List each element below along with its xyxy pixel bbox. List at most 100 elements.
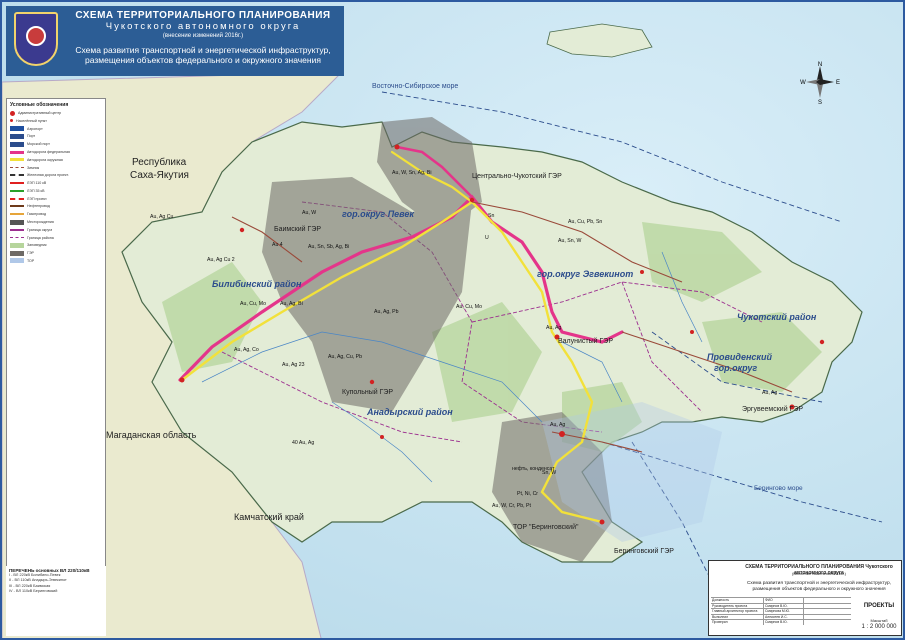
legend-item: Автодорога окружная — [10, 157, 102, 163]
legend-label: Газопровод — [27, 212, 47, 217]
stamp-role: Главный архитектор проекта — [712, 609, 758, 613]
legend-symbol-icon — [10, 258, 24, 264]
legend-symbol-icon — [10, 167, 24, 169]
legend-label: Административный центр — [18, 111, 62, 116]
stamp-grid: Должность ФИО Руководитель проекта Смирнов … — [711, 597, 851, 625]
mineral-2: Au, Ag Cu 2 — [207, 257, 235, 263]
legend-label: Зимник — [27, 165, 40, 170]
legend-symbol-icon — [10, 119, 13, 123]
stamp-signature-cell — [803, 603, 851, 608]
mineral-18: U — [485, 235, 489, 241]
legend-label: ЛЭП проект. — [27, 196, 48, 201]
legend-item: Нефтепровод — [10, 203, 102, 209]
legend-symbol-icon — [10, 182, 24, 185]
mineral-10: Au, Ag, Cu, Pb — [328, 354, 362, 360]
mineral-14: Au, Ag — [546, 325, 561, 331]
legend-item: ГЭР — [10, 250, 102, 256]
legend-item: Морской порт — [10, 141, 102, 147]
stamp-scale-label: Масштаб — [870, 618, 888, 623]
stamp-person: ФИО — [763, 598, 803, 603]
sea-label-east-siberian: Восточно-Сибирское море — [372, 82, 458, 90]
legend-symbol-icon — [10, 219, 24, 225]
stamp-desc-2: размещения объектов федерального и окруж… — [752, 587, 886, 592]
legend-label: ЛЭП 35 кВ — [27, 188, 45, 193]
legend-symbol-icon — [10, 205, 24, 208]
legend-label: Граница района — [27, 235, 54, 240]
stamp-description: Схема развития транспортной и энергетиче… — [739, 581, 899, 593]
legend-item: ЛЭП 35 кВ — [10, 188, 102, 194]
legend-symbol-icon — [10, 228, 24, 231]
power-line-row: IV - ВЛ 110кВ Беринговский — [9, 589, 58, 594]
legend-label: Аэропорт — [27, 126, 43, 131]
mineral-7: Au, Cu, Mo — [240, 301, 266, 307]
map-labels: Восточно-Сибирское море Берингово море Р… — [106, 82, 817, 555]
legend-label: Населённый пункт — [16, 118, 47, 123]
stamp-person: Смирнов В.Ю. — [763, 620, 803, 625]
mineral-23: Sn, W — [542, 470, 556, 476]
stamp-signature-cell — [803, 620, 851, 625]
plant-beringovsky: Беринговский ГЭР — [614, 547, 674, 555]
legend-item: Аэропорт — [10, 126, 102, 132]
mineral-22: Au, W, Cr, Pb, Pt — [492, 503, 531, 509]
power-line-list: ПЕРЕЧЕНЬ основных ВЛ 220/110кВ I - ВЛ 22… — [6, 566, 106, 636]
stamp-person: Смирнова М.Ю. — [763, 609, 803, 614]
map-frame: СХЕМА ТЕРРИТОРИАЛЬНОГО ПЛАНИРОВАНИЯ Чуко… — [0, 0, 905, 640]
legend-label: Заповедник — [27, 243, 47, 248]
legend-item: ЛЭП 110 кВ — [10, 180, 102, 186]
stamp-person: Смирнов В.Ю. — [763, 603, 803, 608]
region-kamchatka: Камчатский край — [234, 512, 304, 522]
stamp-signature-cell — [803, 609, 851, 614]
stamp-row: Главный архитектор проекта Смирнова М.Ю. — [711, 608, 851, 614]
legend-rows: Административный центр Населённый пункт Аэ… — [10, 110, 102, 264]
stamp-row: Руководитель проекта Смирнов В.Ю. — [711, 602, 851, 608]
mineral-5: Au 4 — [272, 242, 283, 248]
legend-label: Морской порт — [27, 142, 50, 147]
legend-label: Месторождения — [27, 220, 54, 225]
legend-symbol-icon — [10, 174, 24, 177]
district-pevek: гор.округ Певек — [342, 209, 414, 219]
legend-item: Месторождения — [10, 219, 102, 225]
legend-item: Автодорога федеральная — [10, 149, 102, 155]
legend-label: Нефтепровод — [27, 204, 50, 209]
legend-item: Административный центр — [10, 110, 102, 116]
legend-item: Граница района — [10, 235, 102, 241]
mineral-9: Au, Ag, Pb — [374, 309, 399, 315]
mineral-25: 40 Au, Ag — [292, 440, 314, 446]
mineral-24: Au, Ag — [762, 390, 777, 396]
stamp-signature-cell — [803, 614, 851, 619]
legend-symbol-icon — [10, 126, 24, 132]
mineral-17: Sn — [488, 213, 494, 219]
legend-item: Железная дорога проект. — [10, 172, 102, 178]
legend-item: Граница округа — [10, 227, 102, 233]
plant-valunisty: Валунистый ГЭР — [558, 337, 613, 345]
sea-label-bering: Берингово море — [754, 485, 803, 492]
legend-item: Заповедник — [10, 242, 102, 248]
stamp-role: Проверил — [712, 620, 728, 624]
mineral-4: Au, W, Sn, Ag, Bi — [392, 170, 432, 176]
legend-symbol-icon — [10, 189, 24, 192]
stamp-organization: ПРОЕКТЫ — [863, 603, 895, 609]
legend-label: Автодорога окружная — [27, 157, 63, 162]
stamp-row: Должность ФИО — [711, 597, 851, 603]
district-provideniya-2: гор.округ — [714, 363, 757, 373]
legend-item: ТОР — [10, 258, 102, 264]
legend-symbol-icon — [10, 110, 15, 116]
legend-item: Газопровод — [10, 211, 102, 217]
stamp-signature-cell — [803, 598, 851, 603]
district-chukotsky: Чукотский район — [737, 312, 817, 322]
legend-title: Условные обозначения — [10, 102, 69, 108]
mineral-8: Au, Ag, Bi — [280, 301, 303, 307]
legend-item: ЛЭП проект. — [10, 196, 102, 202]
legend-label: Граница округа — [27, 227, 53, 232]
legend-symbol-icon — [10, 133, 24, 139]
stamp-scale: 1 : 2 000 000 — [861, 624, 897, 630]
mineral-11: Au, Ag, Co — [234, 347, 259, 353]
legend-label: ГЭР — [27, 251, 34, 256]
district-anadyr: Анадырский район — [366, 407, 453, 417]
legend-label: Железная дорога проект. — [27, 173, 69, 178]
mineral-19: Au, Ag — [550, 422, 565, 428]
stamp-role: Должность — [712, 598, 730, 602]
plant-bainsky: Баимский ГЭР — [274, 225, 321, 233]
title-stamp: СХЕМА ТЕРРИТОРИАЛЬНОГО ПЛАНИРОВАНИЯ Чуко… — [708, 560, 902, 636]
stamp-person: Алексеев И.С. — [763, 614, 803, 619]
